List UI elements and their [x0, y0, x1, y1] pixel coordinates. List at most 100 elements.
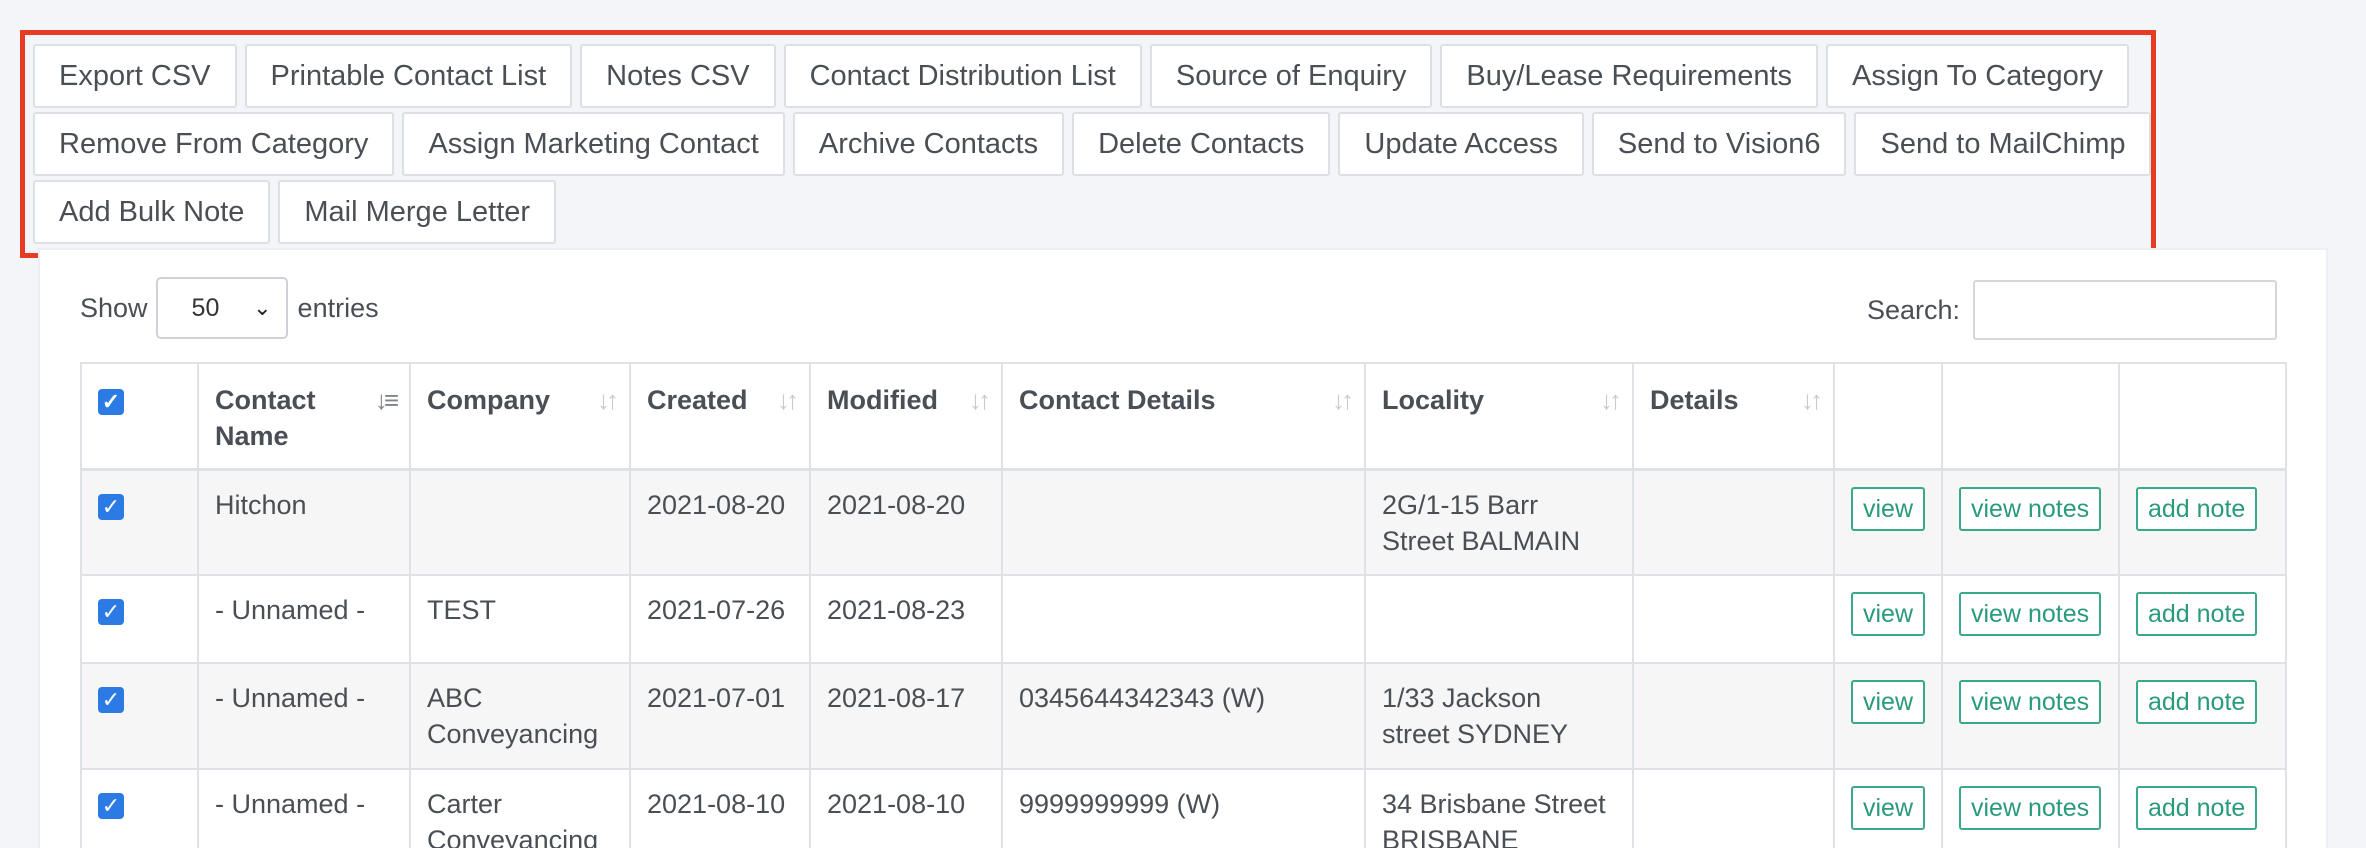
header-label: Locality [1382, 385, 1485, 415]
entries-select[interactable]: 50 ⌄ [155, 277, 288, 339]
search-input[interactable] [1973, 280, 2278, 340]
row-select-cell: ✓ [80, 468, 199, 576]
add-note-button[interactable]: add note [2136, 592, 2258, 636]
view-notes-button[interactable]: view notes [1959, 486, 2102, 531]
header-label: Modified [827, 385, 938, 415]
contact-distribution-list-button[interactable]: Contact Distribution List [783, 44, 1142, 108]
table-row: ✓ - Unnamed - TEST 2021-07-26 2021-08-23… [80, 574, 2287, 664]
header-modified[interactable]: Modified ↓↑ [809, 362, 1003, 471]
buy-lease-requirements-button[interactable]: Buy/Lease Requirements [1440, 44, 1819, 108]
row-checkbox[interactable]: ✓ [98, 687, 124, 713]
cell-modified: 2021-08-20 [809, 468, 1003, 576]
entries-select-value: 50 [191, 293, 220, 322]
cell-modified: 2021-08-23 [809, 574, 1003, 664]
cell-view: view [1833, 574, 1943, 664]
show-label: Show [80, 292, 148, 323]
cell-view: view [1833, 662, 1943, 770]
cell-contact-details [1001, 468, 1366, 576]
cell-details [1632, 662, 1835, 770]
cell-details [1632, 768, 1835, 848]
header-contact-details[interactable]: Contact Details ↓↑ [1001, 362, 1366, 471]
cell-created: 2021-07-26 [629, 574, 811, 664]
sort-icon: ↓↑ [969, 385, 991, 415]
view-button[interactable]: view [1851, 786, 1926, 830]
source-of-enquiry-button[interactable]: Source of Enquiry [1149, 44, 1433, 108]
header-details[interactable]: Details ↓↑ [1632, 362, 1835, 471]
cell-contact-name: - Unnamed - [197, 662, 411, 770]
select-all-header: ✓ [80, 362, 199, 471]
header-label: Company [427, 385, 551, 415]
table-row: ✓ - Unnamed - ABC Conveyancing 2021-07-0… [80, 662, 2287, 770]
header-label: Contact Details [1019, 385, 1216, 415]
sort-icon: ↓↑ [597, 385, 619, 415]
header-label: Contact Name [215, 385, 316, 451]
toolbar-row-1: Export CSV Printable Contact List Notes … [33, 44, 2143, 108]
cell-add-note: add note [2118, 768, 2287, 848]
row-checkbox[interactable]: ✓ [98, 793, 124, 819]
toolbar-row-2: Remove From Category Assign Marketing Co… [33, 112, 2152, 176]
header-view-notes-empty [1941, 362, 2120, 471]
select-all-checkbox[interactable]: ✓ [98, 389, 124, 415]
header-label: Details [1650, 385, 1739, 415]
header-company[interactable]: Company ↓↑ [409, 362, 631, 471]
cell-locality: 34 Brisbane Street BRISBANE [1364, 768, 1634, 848]
cell-modified: 2021-08-10 [809, 768, 1003, 848]
row-select-cell: ✓ [80, 662, 199, 770]
cell-company: ABC Conveyancing [409, 662, 631, 770]
cell-contact-name: - Unnamed - [197, 768, 411, 848]
update-access-button[interactable]: Update Access [1338, 112, 1584, 176]
view-notes-button[interactable]: view notes [1959, 592, 2102, 636]
row-checkbox[interactable]: ✓ [98, 493, 124, 520]
view-button[interactable]: view [1851, 592, 1926, 636]
add-note-button[interactable]: add note [2136, 680, 2258, 724]
cell-details [1632, 468, 1835, 576]
add-bulk-note-button[interactable]: Add Bulk Note [33, 180, 271, 244]
view-notes-button[interactable]: view notes [1959, 786, 2102, 830]
cell-modified: 2021-08-17 [809, 662, 1003, 770]
row-select-cell: ✓ [80, 768, 199, 848]
cell-created: 2021-07-01 [629, 662, 811, 770]
export-csv-button[interactable]: Export CSV [33, 44, 237, 108]
cell-company [409, 468, 631, 576]
cell-created: 2021-08-20 [629, 468, 811, 576]
cell-view-notes: view notes [1941, 662, 2120, 770]
cell-view-notes: view notes [1941, 468, 2120, 576]
row-checkbox[interactable]: ✓ [98, 599, 124, 625]
notes-csv-button[interactable]: Notes CSV [580, 44, 776, 108]
cell-view: view [1833, 768, 1943, 848]
view-button[interactable]: view [1851, 680, 1926, 724]
add-note-button[interactable]: add note [2136, 486, 2258, 531]
cell-company: Carter Conveyancing [409, 768, 631, 848]
cell-locality: 2G/1-15 Barr Street BALMAIN [1364, 468, 1634, 576]
header-locality[interactable]: Locality ↓↑ [1364, 362, 1634, 471]
view-notes-button[interactable]: view notes [1959, 680, 2102, 724]
header-contact-name[interactable]: Contact Name ↓≡ [197, 362, 411, 471]
cell-view: view [1833, 468, 1943, 576]
send-to-mailchimp-button[interactable]: Send to MailChimp [1854, 112, 2152, 176]
assign-to-category-button[interactable]: Assign To Category [1826, 44, 2129, 108]
cell-view-notes: view notes [1941, 574, 2120, 664]
assign-marketing-contact-button[interactable]: Assign Marketing Contact [402, 112, 785, 176]
sort-icon: ↓↑ [1600, 385, 1622, 415]
chevron-down-icon: ⌄ [253, 295, 272, 320]
contacts-table: ✓ Contact Name ↓≡ Company ↓↑ Created ↓↑ Mod… [80, 362, 2287, 848]
remove-from-category-button[interactable]: Remove From Category [33, 112, 395, 176]
sort-icon: ↓↑ [777, 385, 799, 415]
bulk-actions-toolbar: Export CSV Printable Contact List Notes … [20, 30, 2156, 258]
cell-locality: 1/33 Jackson street SYDNEY [1364, 662, 1634, 770]
archive-contacts-button[interactable]: Archive Contacts [792, 112, 1065, 176]
entries-label: entries [297, 292, 379, 323]
cell-details [1632, 574, 1835, 664]
send-to-vision6-button[interactable]: Send to Vision6 [1591, 112, 1847, 176]
table-header-row: ✓ Contact Name ↓≡ Company ↓↑ Created ↓↑ Mod… [80, 362, 2287, 471]
cell-contact-details: 0345644342343 (W) [1001, 662, 1366, 770]
cell-contact-details: 9999999999 (W) [1001, 768, 1366, 848]
view-button[interactable]: view [1851, 486, 1926, 531]
header-created[interactable]: Created ↓↑ [629, 362, 811, 471]
delete-contacts-button[interactable]: Delete Contacts [1072, 112, 1331, 176]
table-row: ✓ Hitchon 2021-08-20 2021-08-20 2G/1-15 … [80, 468, 2287, 576]
mail-merge-letter-button[interactable]: Mail Merge Letter [278, 180, 557, 244]
add-note-button[interactable]: add note [2136, 786, 2258, 830]
printable-contact-list-button[interactable]: Printable Contact List [244, 44, 573, 108]
toolbar-row-3: Add Bulk Note Mail Merge Letter [33, 180, 2143, 244]
